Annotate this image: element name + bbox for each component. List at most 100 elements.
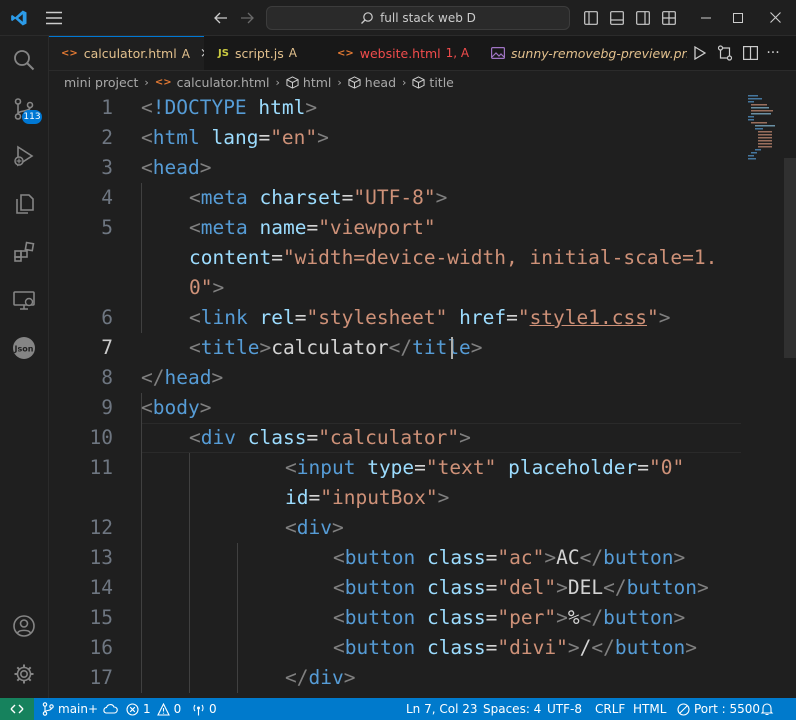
notifications-status[interactable] bbox=[760, 698, 778, 720]
code-line[interactable]: 2 <html lang="en"> bbox=[49, 123, 749, 153]
tab-calculator-html[interactable]: <> calculator.html A × bbox=[49, 36, 204, 70]
accounts-icon[interactable] bbox=[0, 606, 48, 646]
code-line[interactable]: 10 <div class="calculator"> bbox=[49, 423, 749, 453]
forward-arrow-icon[interactable] bbox=[236, 0, 258, 35]
tab-label: website.html bbox=[359, 45, 441, 61]
breadcrumb-symbol-title[interactable]: title bbox=[412, 74, 454, 90]
line-number: 3 bbox=[101, 156, 113, 179]
code-text: <button class="ac">AC</button> bbox=[333, 546, 686, 569]
html-file-icon: <> bbox=[154, 76, 172, 88]
minimap[interactable] bbox=[742, 93, 782, 173]
line-number: 17 bbox=[89, 666, 113, 689]
code-line[interactable]: 9 <body> bbox=[49, 393, 749, 423]
html-file-icon: <> bbox=[61, 48, 78, 59]
code-line[interactable]: 12 <div> bbox=[49, 513, 749, 543]
code-text: id="inputBox"> bbox=[285, 486, 450, 509]
code-line[interactable]: 8 </head> bbox=[49, 363, 749, 393]
explorer-icon[interactable] bbox=[0, 40, 48, 80]
breadcrumb-folder[interactable]: mini project bbox=[64, 75, 138, 90]
scrollbar-thumb[interactable] bbox=[784, 158, 796, 358]
minimize-window-icon[interactable] bbox=[694, 0, 718, 35]
tab-script-js[interactable]: JS script.js A bbox=[204, 36, 319, 70]
code-line[interactable]: 14 <button class="del">DEL</button> bbox=[49, 573, 749, 603]
tab-label: script.js bbox=[234, 45, 284, 61]
settings-gear-icon[interactable] bbox=[0, 654, 48, 694]
code-text: <!DOCTYPE html> bbox=[141, 96, 318, 119]
indentation[interactable]: Spaces: 4 bbox=[483, 698, 541, 720]
code-line[interactable]: 11 <input type="text" placeholder="0" bbox=[49, 453, 749, 483]
remote-indicator[interactable] bbox=[0, 698, 34, 720]
code-line[interactable]: 0"> bbox=[49, 273, 749, 303]
error-count: 1 bbox=[143, 702, 151, 716]
breadcrumb-label: title bbox=[429, 74, 454, 90]
customize-layout-icon[interactable] bbox=[659, 0, 679, 35]
line-number: 2 bbox=[101, 126, 113, 149]
json-icon[interactable]: Json bbox=[0, 328, 48, 368]
line-number: 5 bbox=[101, 216, 113, 239]
toggle-primary-sidebar-icon[interactable] bbox=[581, 0, 601, 35]
code-text: <meta name="viewport" bbox=[189, 216, 436, 239]
menu-icon[interactable] bbox=[42, 0, 66, 35]
source-control-icon[interactable]: 113 bbox=[0, 89, 48, 129]
code-line[interactable]: 4 <meta charset="UTF-8"> bbox=[49, 183, 749, 213]
language-mode[interactable]: HTML bbox=[633, 698, 666, 720]
tab-status: A bbox=[288, 46, 297, 60]
bell-icon bbox=[760, 703, 774, 716]
code-editor[interactable]: 1 <!DOCTYPE html> 2 <html lang="en"> 3 <head>… bbox=[49, 93, 796, 698]
activity-bar: 113 Json bbox=[0, 36, 49, 698]
open-changes-icon[interactable] bbox=[712, 45, 738, 61]
code-line[interactable]: 1 <!DOCTYPE html> bbox=[49, 93, 749, 123]
code-line[interactable]: 13 <button class="ac">AC</button> bbox=[49, 543, 749, 573]
close-window-icon[interactable] bbox=[762, 0, 788, 35]
line-number: 15 bbox=[89, 606, 113, 629]
toggle-panel-icon[interactable] bbox=[607, 0, 627, 35]
live-server-port: Port : 5500 bbox=[694, 702, 760, 716]
more-actions-icon[interactable]: ··· bbox=[762, 45, 784, 61]
remote-explorer-icon[interactable] bbox=[0, 280, 48, 320]
ports-status[interactable]: 0 bbox=[192, 698, 217, 720]
vscode-logo-icon bbox=[8, 0, 30, 35]
editor-tabs: <> calculator.html A × JS script.js A <>… bbox=[49, 36, 796, 71]
encoding[interactable]: UTF-8 bbox=[547, 698, 582, 720]
line-number: 10 bbox=[89, 426, 113, 449]
code-text: <button class="per">%</button> bbox=[333, 606, 686, 629]
tab-label: sunny-removebg-preview.png bbox=[511, 45, 687, 61]
command-center-search[interactable]: full stack web D bbox=[266, 6, 570, 30]
code-text: <head> bbox=[141, 156, 212, 179]
code-line[interactable]: id="inputBox"> bbox=[49, 483, 749, 513]
tab-website-html[interactable]: <> website.html 1, A bbox=[319, 36, 469, 70]
extensions-icon[interactable] bbox=[0, 232, 48, 272]
code-text: <meta charset="UTF-8"> bbox=[189, 186, 448, 209]
code-line[interactable]: 5 <meta name="viewport" bbox=[49, 213, 749, 243]
code-line[interactable]: content="width=device-width, initial-sca… bbox=[49, 243, 749, 273]
code-line[interactable]: 6 <link rel="stylesheet" href="style1.css… bbox=[49, 303, 749, 333]
problems-status[interactable]: 1 0 bbox=[126, 698, 181, 720]
code-line[interactable]: 15 <button class="per">%</button> bbox=[49, 603, 749, 633]
code-text: <button class="divi">/</button> bbox=[333, 636, 698, 659]
branch-status[interactable]: main+ bbox=[42, 698, 122, 720]
live-server-status[interactable]: Port : 5500 bbox=[677, 698, 760, 720]
error-icon bbox=[126, 702, 139, 716]
split-editor-icon[interactable] bbox=[738, 46, 762, 60]
maximize-window-icon[interactable] bbox=[726, 0, 750, 35]
code-line[interactable]: 7 <title>calculator</title> bbox=[49, 333, 749, 363]
files-icon[interactable] bbox=[0, 184, 48, 224]
code-line[interactable]: 3 <head> bbox=[49, 153, 749, 183]
symbol-cube-icon bbox=[286, 75, 299, 89]
text-cursor bbox=[451, 337, 453, 359]
cursor-position[interactable]: Ln 7, Col 23 bbox=[406, 698, 478, 720]
code-text: <input type="text" placeholder="0" bbox=[285, 456, 685, 479]
tab-sunny-png[interactable]: sunny-removebg-preview.png bbox=[469, 36, 687, 70]
breadcrumb-symbol-head[interactable]: head bbox=[348, 75, 396, 90]
code-line[interactable]: 17 </div> bbox=[49, 663, 749, 693]
breadcrumb-symbol-html[interactable]: html bbox=[286, 75, 331, 90]
warning-icon bbox=[156, 702, 170, 716]
back-arrow-icon[interactable] bbox=[210, 0, 232, 35]
end-of-line[interactable]: CRLF bbox=[595, 698, 625, 720]
line-number: 6 bbox=[101, 306, 113, 329]
run-play-icon[interactable] bbox=[688, 46, 712, 60]
run-debug-icon[interactable] bbox=[0, 136, 48, 176]
breadcrumb-file[interactable]: <> calculator.html bbox=[155, 75, 270, 90]
toggle-secondary-sidebar-icon[interactable] bbox=[633, 0, 653, 35]
code-line[interactable]: 16 <button class="divi">/</button> bbox=[49, 633, 749, 663]
